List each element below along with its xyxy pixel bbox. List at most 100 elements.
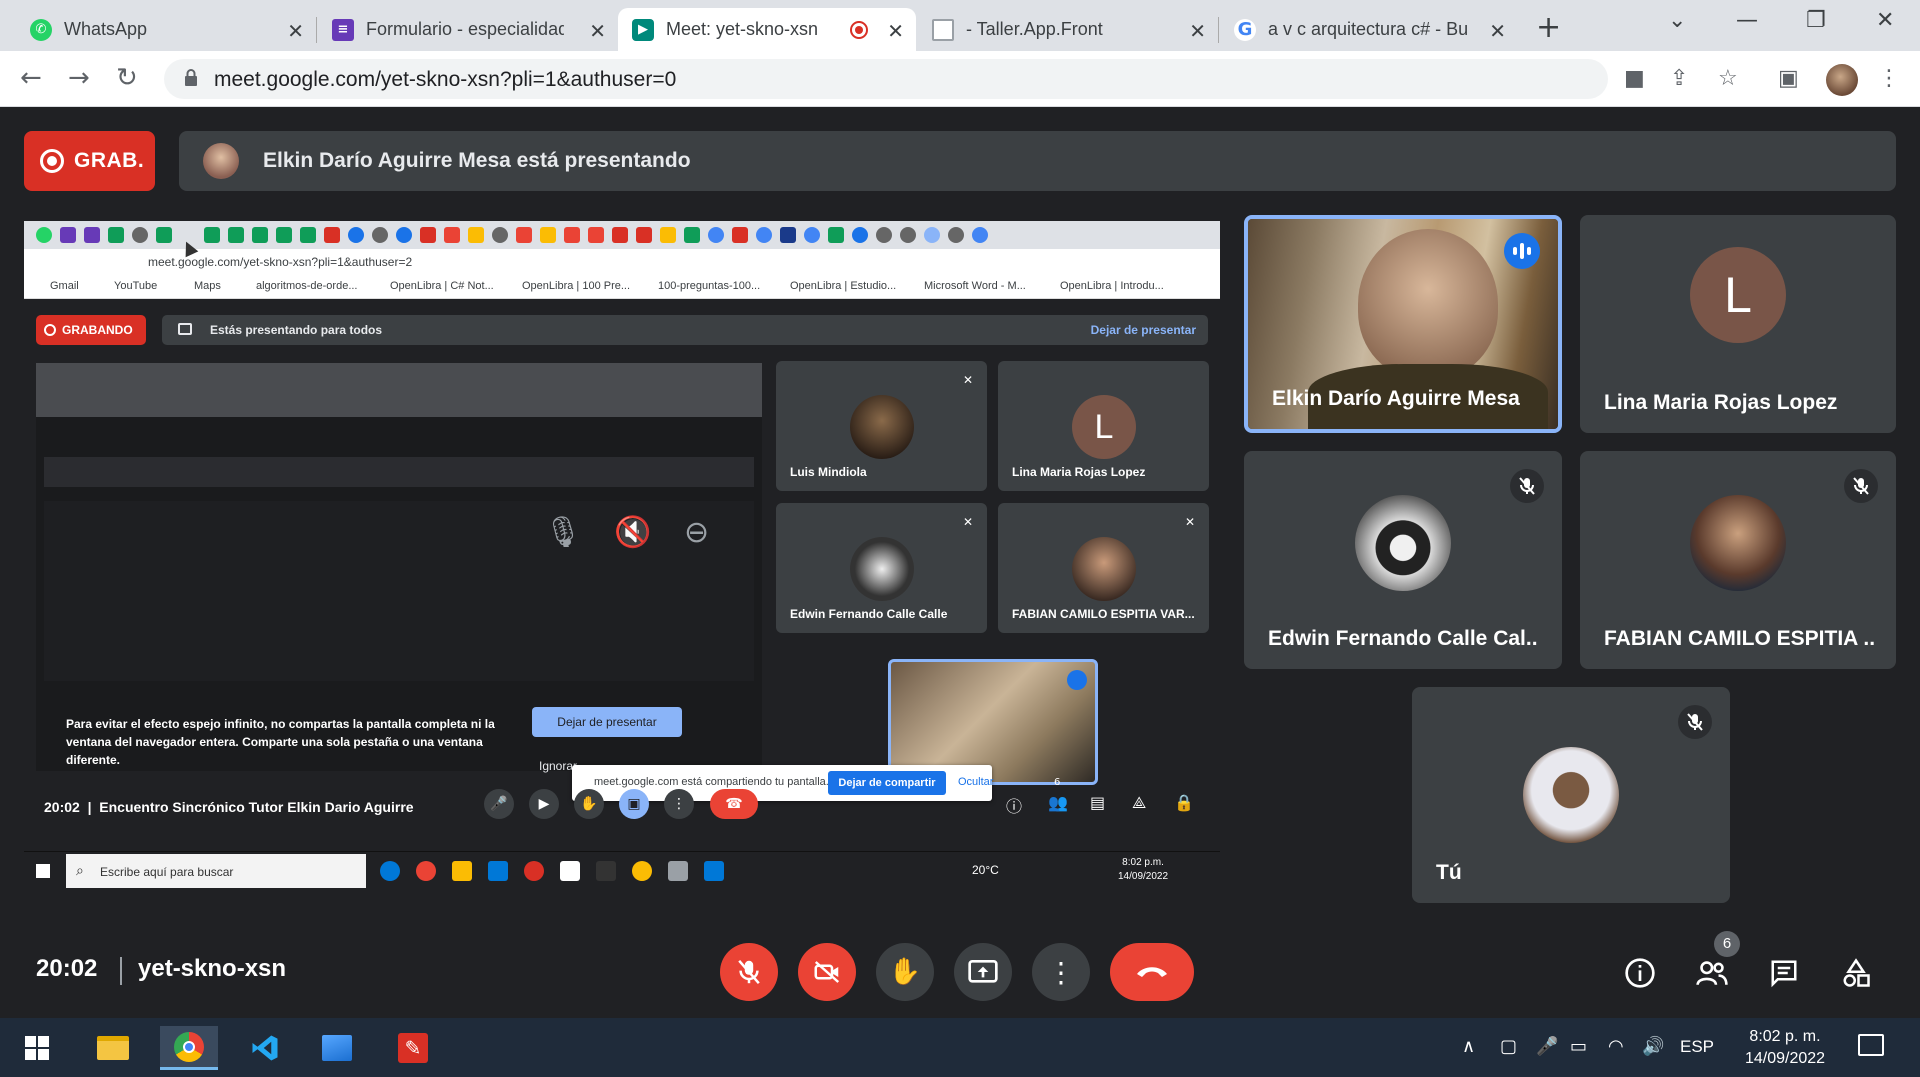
forward-icon[interactable]: → — [68, 63, 90, 93]
restore-icon[interactable]: ❐ — [1806, 8, 1826, 33]
meeting-clock: 20:02 — [36, 955, 98, 982]
tab-search-icon[interactable]: ⌄ — [1668, 8, 1686, 33]
windows-logo-icon — [25, 1036, 49, 1060]
doc-icon — [932, 18, 954, 41]
participant-tile-self[interactable]: Tú — [1412, 687, 1730, 903]
self-photo-avatar — [1523, 747, 1619, 843]
tab-formulario[interactable]: ≡ Formulario - especialidad ✕ — [318, 8, 618, 51]
close-icon[interactable]: ✕ — [1489, 19, 1506, 43]
bookmark-star-icon[interactable]: ☆ — [1718, 66, 1738, 91]
vscode-button[interactable] — [236, 1026, 294, 1070]
raise-hand-button[interactable]: ✋ — [876, 943, 934, 1001]
presenter-avatar — [203, 143, 239, 179]
tab-title: Meet: yet-skno-xsn — [666, 19, 819, 39]
meeting-code: yet-skno-xsn — [138, 955, 287, 982]
shared-stop-presenting-link: Dejar de presentar — [1090, 323, 1196, 337]
present-icon — [178, 323, 192, 335]
close-icon[interactable]: ✕ — [589, 19, 606, 43]
mic-toggle-button[interactable] — [720, 943, 778, 1001]
volume-off-icon: 🔇 — [614, 515, 652, 550]
tray-expand-icon[interactable]: ∧ — [1462, 1036, 1475, 1057]
end-call-button[interactable] — [1110, 943, 1194, 1001]
recording-button[interactable]: GRAB. — [24, 131, 155, 191]
shared-hand-icon: ✋ — [574, 789, 604, 819]
participant-photo — [850, 395, 914, 459]
shared-stop-presenting-button: Dejar de presentar — [532, 707, 682, 737]
acrobat-button[interactable]: ✎ — [384, 1026, 442, 1070]
forms-icon: ≡ — [332, 18, 354, 41]
wifi-icon[interactable]: ◠ — [1608, 1036, 1624, 1057]
mic-off-icon — [1510, 469, 1544, 503]
window-close-icon[interactable]: ✕ — [1876, 8, 1894, 33]
present-button[interactable] — [954, 943, 1012, 1001]
recording-label: GRAB. — [74, 149, 145, 172]
speaking-icon — [1504, 233, 1540, 269]
participant-name: Elkin Darío Aguirre Mesa — [1272, 387, 1520, 410]
tab-google-search[interactable]: G a v c arquitectura c# - Bus ✕ — [1220, 8, 1518, 51]
shared-tile-name: FABIAN CAMILO ESPITIA VAR... — [1012, 607, 1195, 621]
meet-control-bar: 20:02 yet-skno-xsn ✋ ⋮ 6 — [0, 915, 1920, 1018]
shared-tile-name: Edwin Fernando Calle Calle — [790, 607, 948, 621]
shared-tile-name: Luis Mindiola — [790, 465, 867, 479]
participant-tile-lina[interactable]: L Lina Maria Rojas Lopez — [1580, 215, 1896, 433]
side-panel-icon[interactable]: ▣ — [1778, 66, 1799, 91]
volume-icon[interactable]: 🔊 — [1642, 1036, 1664, 1057]
profile-avatar[interactable] — [1826, 64, 1858, 96]
shared-meet-view: GRABANDO Estás presentando para todos De… — [24, 299, 1220, 851]
close-icon[interactable]: ✕ — [1189, 19, 1206, 43]
tab-title: Formulario - especialidad — [366, 19, 564, 39]
file-explorer-button[interactable] — [84, 1026, 142, 1070]
participant-photo — [1072, 537, 1136, 601]
photos-button[interactable] — [308, 1026, 366, 1070]
participant-photo-avatar — [1690, 495, 1786, 591]
speaking-icon — [1067, 670, 1087, 690]
close-icon[interactable]: ✕ — [287, 19, 304, 43]
chat-button[interactable] — [1764, 953, 1804, 993]
close-icon[interactable]: ✕ — [887, 19, 904, 43]
battery-icon[interactable]: ▭ — [1570, 1036, 1587, 1057]
reload-icon[interactable]: ↻ — [116, 63, 138, 93]
search-icon: ⌕ — [76, 863, 84, 879]
taskbar-clock[interactable]: 8:02 p. m. 14/09/2022 — [1736, 1026, 1834, 1070]
back-icon[interactable]: ← — [20, 63, 42, 93]
shared-people-count: 6 — [1054, 777, 1061, 788]
chess-avatar — [850, 537, 914, 601]
language-indicator[interactable]: ESP — [1680, 1037, 1714, 1057]
shared-bookmarks-bar: Gmail YouTube Maps algoritmos-de-orde...… — [24, 275, 1220, 299]
tab-whatsapp[interactable]: ✆ WhatsApp ✕ — [16, 8, 316, 51]
start-button[interactable] — [8, 1026, 66, 1070]
tab-meet[interactable]: ▶ Meet: yet-skno-xsn ✕ — [618, 8, 916, 51]
notification-icon[interactable] — [1858, 1034, 1884, 1056]
vscode-icon — [252, 1035, 278, 1061]
shared-present-icon: ▣ — [619, 789, 649, 819]
participant-tile-edwin[interactable]: Edwin Fernando Calle Cal... — [1244, 451, 1562, 669]
menu-icon[interactable]: ⋮ — [1878, 66, 1900, 91]
camera-toggle-button[interactable] — [798, 943, 856, 1001]
participant-tile-elkin[interactable]: Elkin Darío Aguirre Mesa — [1244, 215, 1562, 433]
new-tab-icon[interactable]: + — [1536, 10, 1561, 45]
minimize-icon[interactable]: — — [1736, 8, 1758, 33]
shared-taskbar-clock: 8:02 p.m. 14/09/2022 — [1118, 856, 1168, 884]
microphone-tray-icon[interactable]: 🎤 — [1536, 1036, 1558, 1057]
activities-button[interactable] — [1836, 953, 1876, 993]
more-options-button[interactable]: ⋮ — [1032, 943, 1090, 1001]
end-call-icon — [1137, 967, 1167, 977]
shared-tile: Edwin Fernando Calle Calle ✕ — [776, 503, 987, 633]
share-icon[interactable]: ⇪ — [1670, 66, 1688, 91]
participant-count-badge: 6 — [1714, 931, 1740, 957]
activities-icon — [1843, 958, 1870, 987]
omnibox[interactable]: meet.google.com/yet-skno-xsn?pli=1&authu… — [164, 59, 1608, 99]
tab-taller[interactable]: - Taller.App.Front ✕ — [918, 8, 1218, 51]
meet-tray-icon[interactable]: ▢ — [1500, 1036, 1517, 1057]
tab-title: - Taller.App.Front — [966, 19, 1103, 39]
participant-tile-fabian[interactable]: FABIAN CAMILO ESPITIA ... — [1580, 451, 1896, 669]
people-button[interactable] — [1692, 953, 1732, 993]
lock-icon[interactable] — [184, 69, 198, 87]
bookmark: OpenLibra | Introdu... — [1060, 280, 1164, 292]
shared-url: meet.google.com/yet-skno-xsn?pli=1&authu… — [148, 255, 413, 269]
shared-screen[interactable]: meet.google.com/yet-skno-xsn?pli=1&authu… — [24, 221, 1220, 903]
chrome-button[interactable] — [160, 1026, 218, 1070]
meeting-info-button[interactable] — [1620, 953, 1660, 993]
url-text[interactable]: meet.google.com/yet-skno-xsn?pli=1&authu… — [214, 68, 676, 92]
camera-icon[interactable]: ■ — [1624, 66, 1645, 91]
